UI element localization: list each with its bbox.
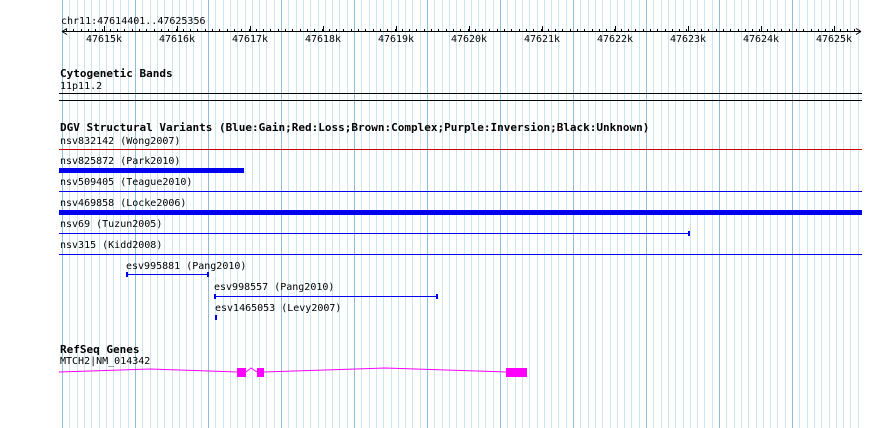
variant-line-esv995881[interactable]: [126, 274, 208, 275]
gene-model-mtch2[interactable]: [0, 364, 890, 380]
variant-line-nsv69[interactable]: [59, 233, 690, 234]
variant-bar-nsv469858[interactable]: [59, 210, 862, 215]
variant-label-esv998557[interactable]: esv998557 (Pang2010): [214, 282, 334, 293]
ruler-tick-label: 47616k: [158, 34, 196, 45]
variant-line-nsv832142[interactable]: [59, 149, 862, 150]
cytogenetic-bands-title: Cytogenetic Bands: [60, 67, 173, 80]
ruler-tick-label: 47618k: [304, 34, 342, 45]
variant-start-cap-esv998557: [214, 294, 216, 299]
variant-line-nsv315[interactable]: [59, 254, 862, 255]
variant-label-esv1465053[interactable]: esv1465053 (Levy2007): [215, 303, 341, 314]
variant-label-esv995881[interactable]: esv995881 (Pang2010): [126, 261, 246, 272]
ruler-tick-label: 47625k: [815, 34, 853, 45]
ruler-tick-label: 47617k: [231, 34, 269, 45]
variant-start-cap-esv995881: [126, 272, 128, 277]
cytoband-line-top: [59, 93, 862, 94]
variant-label-nsv825872[interactable]: nsv825872 (Park2010): [60, 156, 180, 167]
variant-label-nsv315[interactable]: nsv315 (Kidd2008): [60, 240, 162, 251]
ruler-tick-label: 47624k: [742, 34, 780, 45]
ruler-tick-label: 47619k: [377, 34, 415, 45]
cytoband-line-bottom: [59, 100, 862, 101]
dgv-track-title: DGV Structural Variants (Blue:Gain;Red:L…: [60, 121, 650, 134]
variant-bar-nsv825872[interactable]: [59, 168, 244, 173]
variant-line-nsv509405[interactable]: [59, 191, 862, 192]
variant-mark-esv1465053[interactable]: [215, 315, 217, 320]
genome-browser-view: chr11:47614401..47625356 47615k 47616k 476…: [0, 0, 890, 428]
variant-end-cap-esv998557: [436, 294, 438, 299]
ruler-tick-label: 47621k: [523, 34, 561, 45]
cytoband-label[interactable]: 11p11.2: [60, 81, 102, 92]
refseq-track-title: RefSeq Genes: [60, 343, 140, 356]
ruler-tick-label: 47623k: [669, 34, 707, 45]
ruler-tick-label: 47615k: [85, 34, 123, 45]
variant-label-nsv69[interactable]: nsv69 (Tuzun2005): [60, 219, 162, 230]
variant-end-cap-esv995881: [207, 272, 209, 277]
ruler-tick-label: 47622k: [596, 34, 634, 45]
variant-line-esv998557[interactable]: [214, 296, 438, 297]
variant-label-nsv469858[interactable]: nsv469858 (Locke2006): [60, 198, 186, 209]
variant-label-nsv832142[interactable]: nsv832142 (Wong2007): [60, 136, 180, 147]
ruler-tick-label: 47620k: [450, 34, 488, 45]
variant-end-cap-nsv69: [688, 231, 690, 236]
variant-label-nsv509405[interactable]: nsv509405 (Teague2010): [60, 177, 192, 188]
